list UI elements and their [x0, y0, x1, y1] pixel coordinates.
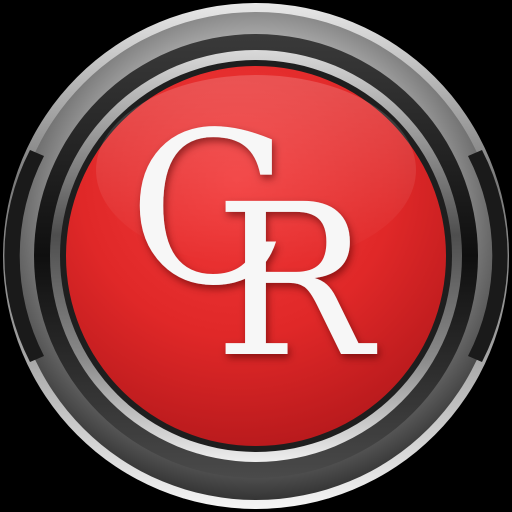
- cr-app-icon[interactable]: C R: [0, 0, 512, 512]
- app-icon-canvas: C R: [0, 0, 512, 512]
- monogram-letter-r: R: [214, 159, 378, 404]
